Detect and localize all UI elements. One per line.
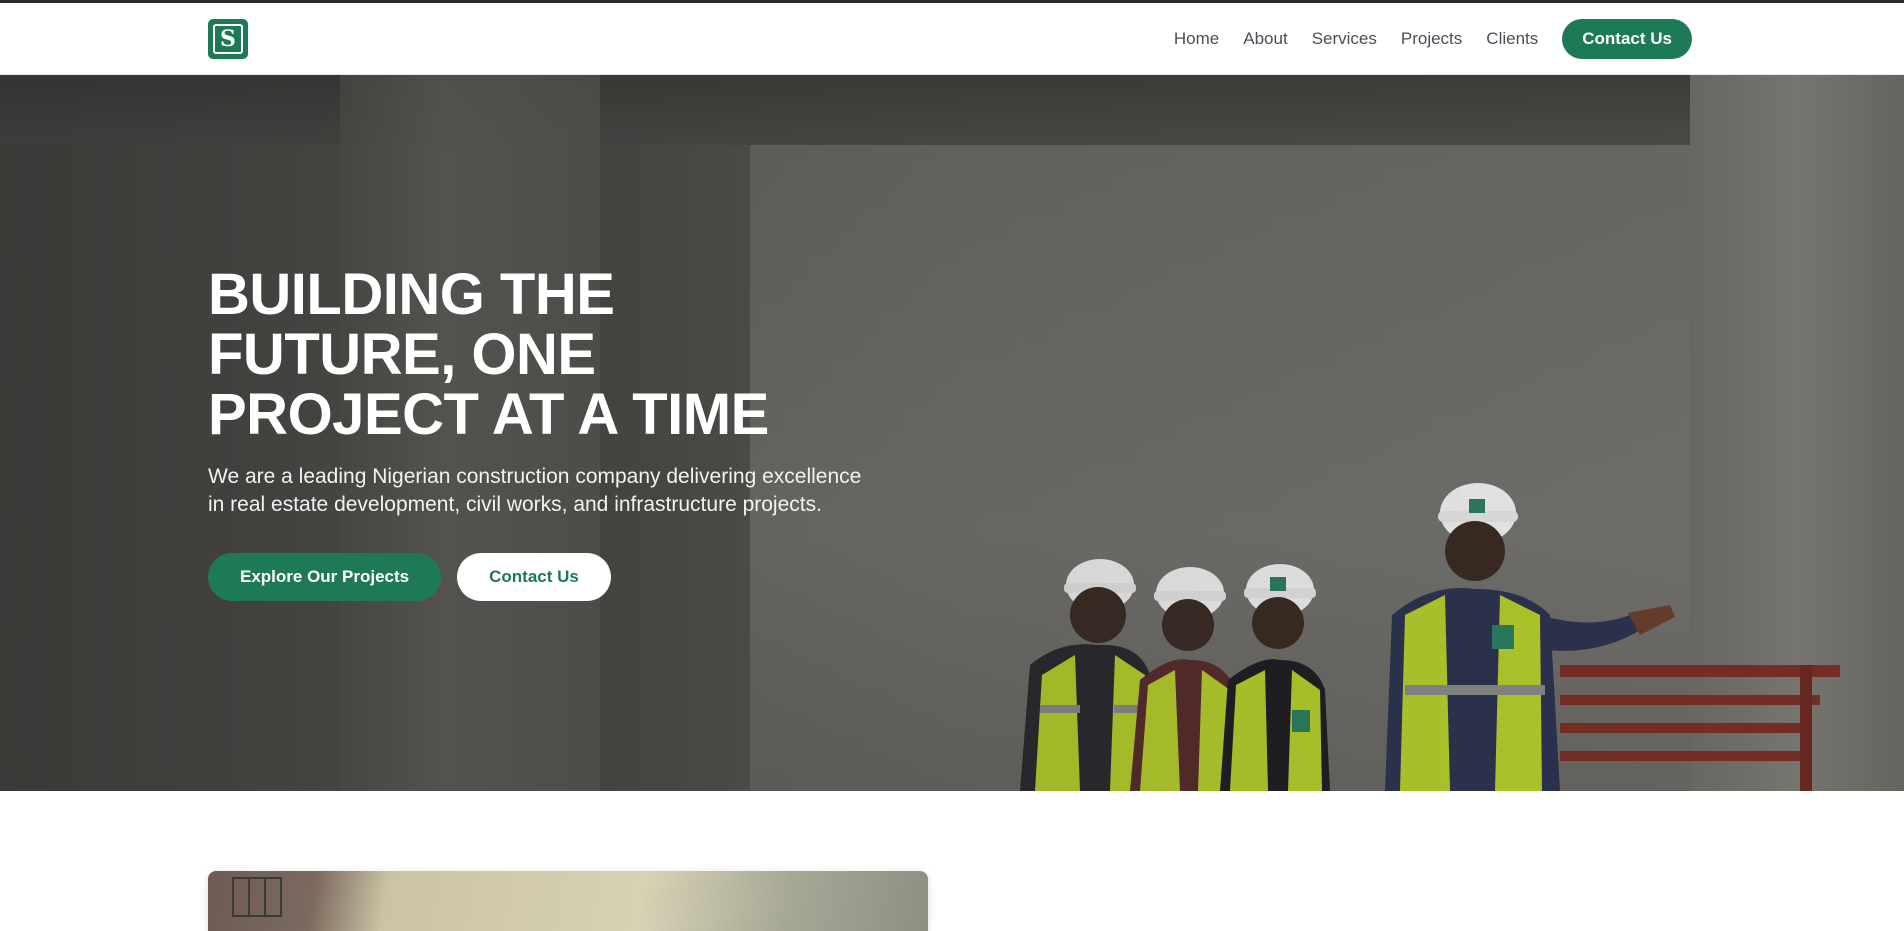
building-window — [232, 877, 282, 917]
nav-contact-button[interactable]: Contact Us — [1562, 19, 1692, 59]
hero-contact-button[interactable]: Contact Us — [457, 553, 611, 601]
hero-content: BUILDING THE FUTURE, ONE PROJECT AT A TI… — [208, 265, 908, 601]
hero-section: BUILDING THE FUTURE, ONE PROJECT AT A TI… — [0, 75, 1904, 791]
explore-projects-button[interactable]: Explore Our Projects — [208, 553, 442, 601]
hero-title: BUILDING THE FUTURE, ONE PROJECT AT A TI… — [208, 262, 769, 447]
main-nav: Home About Services Projects Clients Con… — [1174, 19, 1692, 59]
about-image-card — [208, 871, 928, 931]
nav-services-link[interactable]: Services — [1312, 29, 1377, 49]
nav-projects-link[interactable]: Projects — [1401, 29, 1462, 49]
company-logo[interactable]: S — [208, 19, 248, 59]
nav-clients-link[interactable]: Clients — [1486, 29, 1538, 49]
site-header: S Home About Services Projects Clients C… — [0, 3, 1904, 75]
logo-letter: S — [213, 24, 243, 54]
nav-about-link[interactable]: About — [1243, 29, 1287, 49]
hero-actions: Explore Our Projects Contact Us — [208, 553, 908, 601]
hero-subtitle: We are a leading Nigerian construction c… — [208, 465, 862, 516]
nav-home-link[interactable]: Home — [1174, 29, 1219, 49]
